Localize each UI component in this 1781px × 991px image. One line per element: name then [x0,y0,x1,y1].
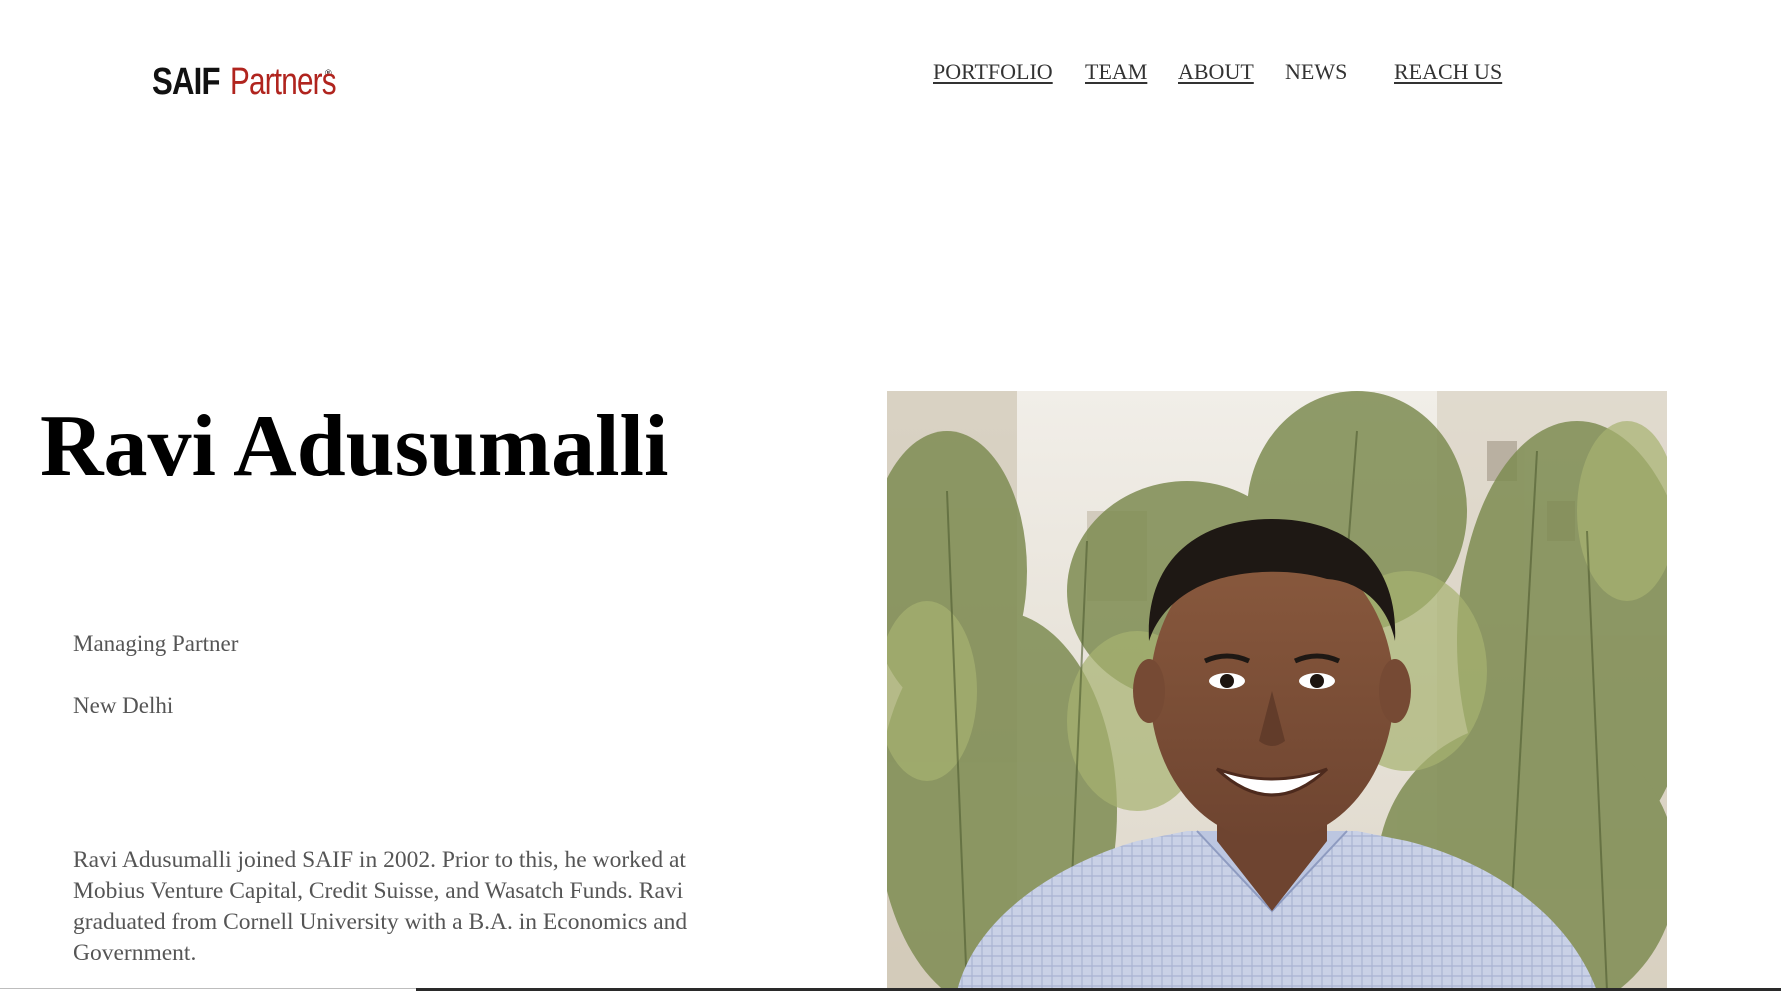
member-role: Managing Partner [73,631,239,656]
logo-saif-text: SAIF [152,61,221,103]
team-member-page: SAIF Partners ® PORTFOLIO TEAM ABOUT NEW… [0,0,1781,991]
nav-link-reach-us[interactable]: REACH US [1394,58,1502,86]
saif-partners-logo[interactable]: SAIF Partners ® [152,60,337,104]
member-name: Ravi Adusumalli [40,398,669,495]
bottom-divider-light [0,988,416,989]
nav-link-portfolio[interactable]: PORTFOLIO [933,58,1053,86]
member-bio: Ravi Adusumalli joined SAIF in 2002. Pri… [73,847,688,966]
logo-partners-text: Partners [230,61,337,103]
nav-link-team[interactable]: TEAM [1085,58,1147,86]
nav-link-about[interactable]: ABOUT [1178,58,1254,86]
nav-link-news[interactable]: NEWS [1285,58,1347,86]
member-portrait-photo [887,391,1667,991]
member-location: New Delhi [73,693,174,718]
